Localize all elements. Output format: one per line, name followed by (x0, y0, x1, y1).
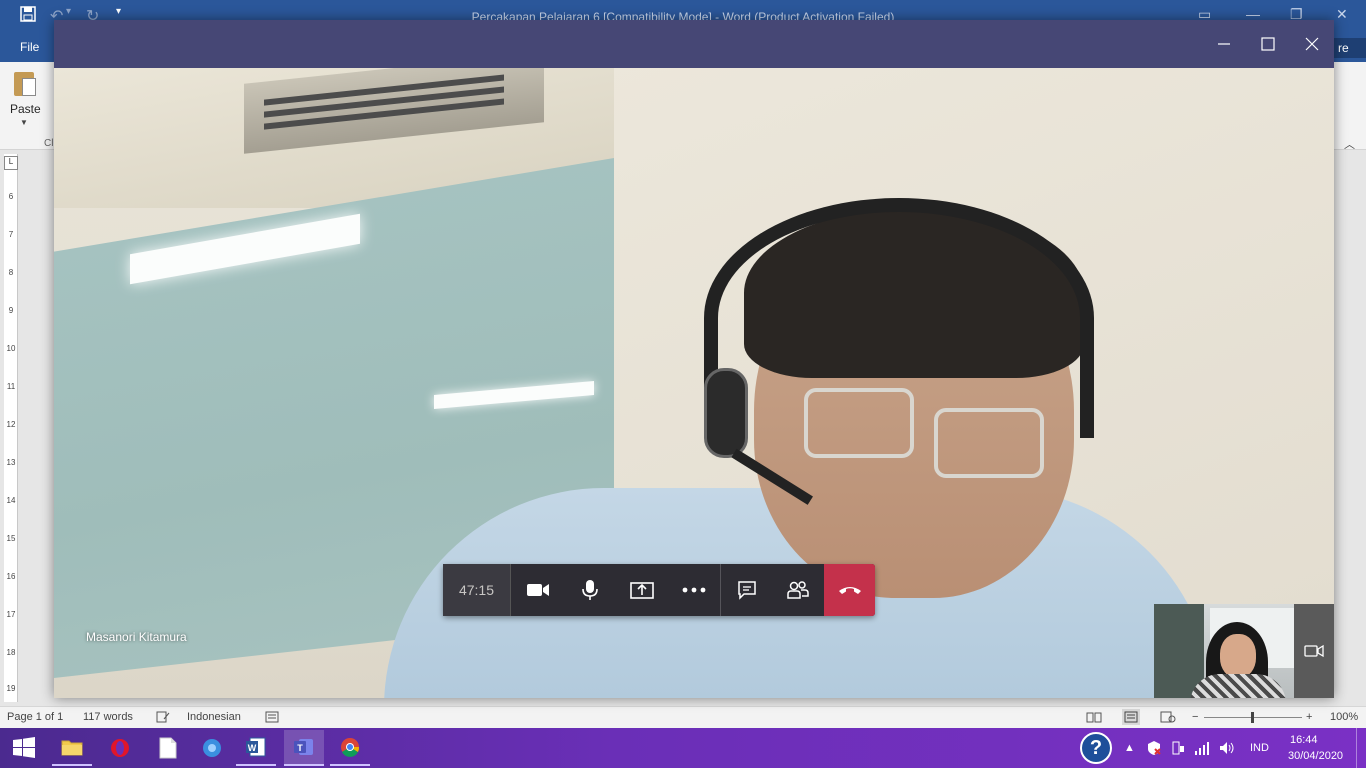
ruler-tick: 17 (6, 610, 16, 619)
web-layout-icon[interactable] (1160, 711, 1176, 726)
document-icon (159, 737, 177, 759)
self-video-feed (1154, 604, 1294, 698)
proofing-icon[interactable] (156, 711, 170, 726)
security-alert-icon[interactable] (1146, 740, 1162, 768)
show-hidden-icons-icon[interactable]: ▲ (1124, 742, 1135, 768)
usb-device-icon[interactable] (1170, 740, 1186, 768)
clipboard-group-label: Cl (44, 138, 54, 149)
ruler-tick: 18 (6, 648, 16, 657)
chrome-icon (341, 738, 360, 757)
self-video-face (1220, 634, 1256, 678)
file-tab[interactable]: File (20, 40, 39, 54)
taskbar: W T ? ▲ IND 16:44 30/04/2020 (0, 728, 1366, 768)
ruler-tick: 12 (6, 420, 16, 429)
zoom-level[interactable]: 100% (1330, 711, 1358, 723)
ruler-tick: 8 (8, 268, 14, 277)
tab-selector-icon[interactable]: L (4, 156, 18, 170)
taskbar-file-explorer[interactable] (52, 730, 92, 766)
ruler-tick: 9 (8, 306, 14, 315)
svg-text:T: T (297, 743, 303, 753)
ruler-tick: 13 (6, 458, 16, 467)
paste-icon[interactable] (12, 68, 38, 98)
ruler-tick: 14 (6, 496, 16, 505)
vertical-ruler: 6 7 8 9 10 11 12 13 14 15 16 17 18 19 (4, 154, 18, 702)
help-icon[interactable]: ? (1080, 732, 1112, 764)
camera-button[interactable] (512, 564, 564, 616)
clock-date[interactable]: 30/04/2020 (1288, 750, 1343, 762)
network-signal-icon[interactable] (1194, 740, 1210, 768)
call-control-bar: 47:15 (443, 564, 875, 616)
clock-time[interactable]: 16:44 (1290, 734, 1318, 746)
people-icon (787, 581, 809, 599)
zoom-in-icon[interactable]: + (1306, 711, 1312, 723)
language-indicator[interactable]: Indonesian (187, 711, 241, 723)
read-mode-icon[interactable] (1086, 711, 1102, 726)
microphone-button[interactable] (564, 564, 616, 616)
start-button[interactable] (0, 728, 48, 768)
taskbar-chrome[interactable] (330, 730, 370, 766)
macro-icon[interactable] (265, 711, 279, 726)
call-maximize-icon[interactable] (1258, 34, 1278, 54)
teams-icon: T (294, 739, 313, 755)
zoom-slider-thumb[interactable] (1251, 712, 1254, 723)
ruler-tick: 10 (6, 344, 16, 353)
remote-video-feed: Masanori Kitamura 47:15 (54, 68, 1334, 698)
opera-icon (111, 739, 129, 757)
paste-dropdown-icon[interactable]: ▼ (20, 118, 28, 127)
video-camera-icon (527, 584, 549, 596)
zoom-out-icon[interactable]: − (1192, 711, 1198, 723)
page-count[interactable]: Page 1 of 1 (7, 711, 63, 723)
share-button[interactable]: re (1334, 38, 1366, 58)
self-video-shirt (1190, 674, 1286, 698)
ruler-tick: 11 (6, 382, 16, 391)
self-view-tile[interactable] (1154, 604, 1334, 698)
folder-icon (61, 740, 83, 756)
ruler-tick: 15 (6, 534, 16, 543)
call-minimize-icon[interactable] (1214, 34, 1234, 54)
ellipsis-icon (682, 587, 706, 593)
phone-hangup-icon (838, 587, 861, 594)
volume-icon[interactable] (1218, 740, 1236, 768)
headset-earpiece (704, 368, 748, 458)
taskbar-teams[interactable]: T (284, 730, 324, 766)
paste-button-label[interactable]: Paste (10, 102, 41, 116)
input-language[interactable]: IND (1250, 742, 1269, 754)
show-desktop-button[interactable] (1356, 728, 1366, 768)
taskbar-browser[interactable] (192, 730, 232, 766)
share-tray-icon (630, 582, 654, 599)
taskbar-opera[interactable] (100, 730, 140, 766)
glasses-right-lens (934, 408, 1044, 478)
chat-button[interactable] (720, 564, 772, 616)
share-screen-button[interactable] (616, 564, 668, 616)
ruler-tick: 19 (6, 684, 16, 693)
participant-name-label: Masanori Kitamura (86, 630, 187, 644)
ruler-tick: 6 (8, 192, 14, 201)
print-layout-icon[interactable] (1122, 709, 1140, 725)
call-close-icon[interactable] (1302, 34, 1322, 54)
ruler-tick: 16 (6, 572, 16, 581)
ruler-tick: 7 (8, 230, 14, 239)
word-statusbar: Page 1 of 1 117 words Indonesian − + 100… (0, 706, 1366, 728)
call-titlebar (54, 20, 1334, 68)
more-actions-button[interactable] (668, 564, 720, 616)
self-view-side-panel (1294, 604, 1334, 698)
participants-button[interactable] (772, 564, 824, 616)
taskbar-document[interactable] (148, 730, 188, 766)
taskbar-word[interactable]: W (236, 730, 276, 766)
chat-icon (737, 581, 756, 600)
glasses-left-lens (804, 388, 914, 458)
switch-camera-icon[interactable] (1304, 643, 1324, 659)
call-duration: 47:15 (443, 564, 511, 616)
word-icon: W (246, 737, 266, 757)
microphone-icon (582, 580, 598, 600)
windows-logo-icon (13, 737, 35, 758)
browser-globe-icon (203, 739, 221, 757)
hang-up-button[interactable] (824, 564, 875, 616)
teams-call-window: Masanori Kitamura 47:15 (54, 20, 1334, 698)
word-close-icon[interactable]: ✕ (1336, 6, 1348, 23)
svg-text:W: W (248, 743, 257, 753)
word-count[interactable]: 117 words (83, 711, 133, 723)
